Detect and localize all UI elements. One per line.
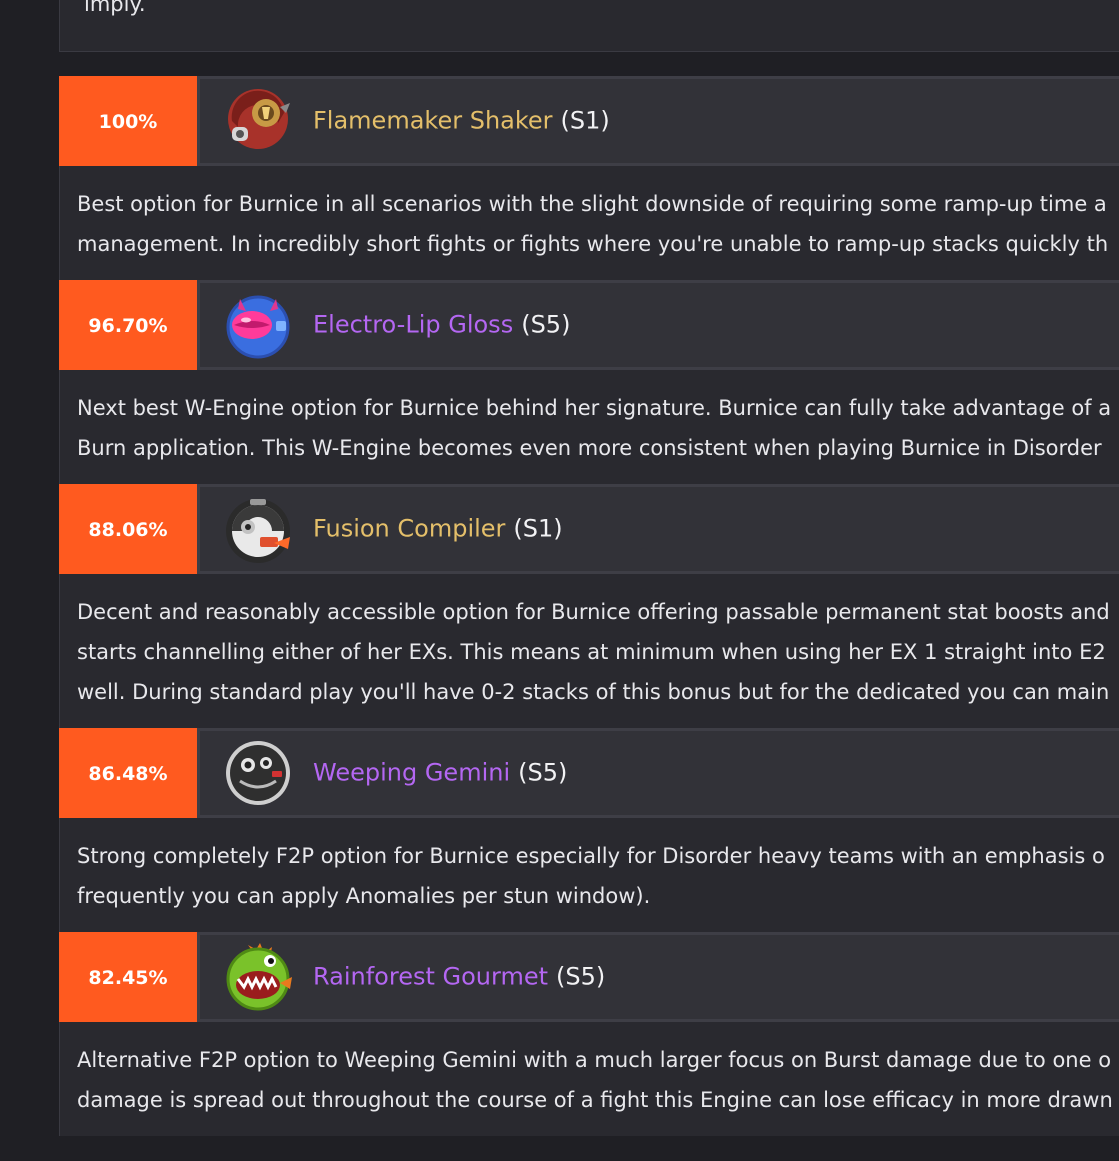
w-engine-entry: 96.70% Electro-Lip Gloss (S5) Next best … — [59, 280, 1119, 484]
description-line: starts channelling either of her EXs. Th… — [77, 640, 1106, 664]
w-engine-name-link[interactable]: Weeping Gemini — [313, 758, 510, 786]
refinement-label: (S1) — [560, 106, 610, 135]
description-line: well. During standard play you'll have 0… — [77, 680, 1110, 704]
description-line: Decent and reasonably accessible option … — [77, 600, 1110, 624]
w-engine-description: Strong completely F2P option for Burnice… — [59, 818, 1119, 932]
fusion-compiler-icon — [218, 491, 298, 567]
electro-lip-gloss-icon — [218, 287, 298, 363]
w-engine-name-bar: Flamemaker Shaker (S1) — [197, 76, 1119, 166]
w-engine-name-bar: Electro-Lip Gloss (S5) — [197, 280, 1119, 370]
description-line: management. In incredibly short fights o… — [77, 232, 1109, 256]
w-engine-entry: 86.48% Weeping Gemini (S5) Strong comple… — [59, 728, 1119, 932]
intro-description-tail: imply. — [84, 0, 146, 16]
description-line: Next best W-Engine option for Burnice be… — [77, 396, 1112, 420]
percent-badge: 82.45% — [59, 932, 197, 1022]
w-engine-title: Rainforest Gourmet (S5) — [313, 962, 605, 990]
w-engine-description: Decent and reasonably accessible option … — [59, 574, 1119, 728]
description-line: frequently you can apply Anomalies per s… — [77, 884, 651, 908]
refinement-label: (S5) — [518, 758, 568, 787]
w-engine-name-bar: Rainforest Gourmet (S5) — [197, 932, 1119, 1022]
w-engine-entry: 82.45% Rainforest Gourmet (S5) Alternati… — [59, 932, 1119, 1136]
description-line: Burn application. This W-Engine becomes … — [77, 436, 1102, 460]
page: imply. 100% Flamemaker Shaker (S1) Best … — [0, 0, 1119, 1161]
w-engine-title: Flamemaker Shaker (S1) — [313, 106, 610, 134]
w-engine-header: 88.06% Fusion Compiler (S1) — [59, 484, 1119, 574]
w-engine-header: 96.70% Electro-Lip Gloss (S5) — [59, 280, 1119, 370]
w-engine-header: 86.48% Weeping Gemini (S5) — [59, 728, 1119, 818]
description-line: Strong completely F2P option for Burnice… — [77, 844, 1105, 868]
weeping-gemini-icon — [218, 735, 298, 811]
w-engine-name-link[interactable]: Fusion Compiler — [313, 514, 505, 542]
w-engine-name-link[interactable]: Electro-Lip Gloss — [313, 310, 513, 338]
w-engine-header: 100% Flamemaker Shaker (S1) — [59, 76, 1119, 166]
w-engine-title: Electro-Lip Gloss (S5) — [313, 310, 570, 338]
rainforest-gourmet-icon — [218, 939, 298, 1015]
percent-badge: 86.48% — [59, 728, 197, 818]
w-engine-title: Fusion Compiler (S1) — [313, 514, 563, 542]
w-engine-description: Next best W-Engine option for Burnice be… — [59, 370, 1119, 484]
percent-badge: 100% — [59, 76, 197, 166]
w-engine-name-link[interactable]: Flamemaker Shaker — [313, 106, 553, 134]
refinement-label: (S5) — [521, 310, 571, 339]
w-engine-description: Alternative F2P option to Weeping Gemini… — [59, 1022, 1119, 1136]
w-engine-name-link[interactable]: Rainforest Gourmet — [313, 962, 548, 990]
percent-badge: 88.06% — [59, 484, 197, 574]
intro-description-panel — [59, 0, 1119, 52]
description-line: damage is spread out throughout the cour… — [77, 1088, 1113, 1112]
w-engine-name-bar: Weeping Gemini (S5) — [197, 728, 1119, 818]
w-engine-entry: 100% Flamemaker Shaker (S1) Best option … — [59, 76, 1119, 280]
description-line: Alternative F2P option to Weeping Gemini… — [77, 1048, 1112, 1072]
w-engine-name-bar: Fusion Compiler (S1) — [197, 484, 1119, 574]
w-engine-title: Weeping Gemini (S5) — [313, 758, 567, 786]
w-engine-entry: 88.06% Fusion Compiler (S1) Decent and r… — [59, 484, 1119, 728]
description-line: Best option for Burnice in all scenarios… — [77, 192, 1107, 216]
flamemaker-shaker-icon — [218, 83, 298, 159]
percent-badge: 96.70% — [59, 280, 197, 370]
refinement-label: (S1) — [513, 514, 563, 543]
w-engine-header: 82.45% Rainforest Gourmet (S5) — [59, 932, 1119, 1022]
w-engine-list: 100% Flamemaker Shaker (S1) Best option … — [59, 76, 1119, 1136]
refinement-label: (S5) — [556, 962, 606, 991]
w-engine-description: Best option for Burnice in all scenarios… — [59, 166, 1119, 280]
